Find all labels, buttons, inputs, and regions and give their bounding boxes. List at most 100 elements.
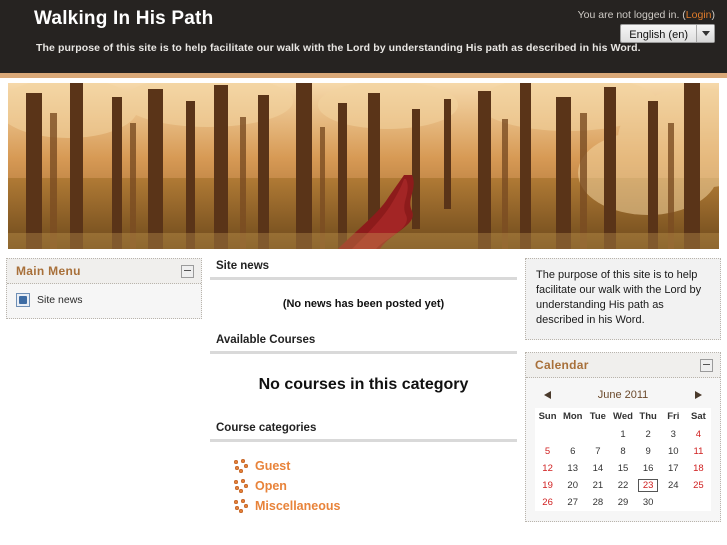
calendar-table: Sun Mon Tue Wed Thu Fri Sat 1 2 3 4 5 6 7 8 9 10 1… bbox=[535, 408, 711, 511]
calendar-day[interactable]: 15 bbox=[610, 460, 635, 477]
login-status-text: You are not logged in. ( bbox=[577, 9, 686, 21]
heading-course-categories: Course categories bbox=[210, 420, 517, 442]
language-select-value: English (en) bbox=[629, 29, 688, 41]
calendar-day[interactable]: 18 bbox=[686, 460, 711, 477]
login-status-close: ) bbox=[711, 9, 716, 21]
calendar-day[interactable]: 26 bbox=[535, 494, 560, 511]
block-calendar-title: Calendar bbox=[535, 358, 589, 372]
site-description-text: The purpose of this site is to help faci… bbox=[526, 259, 720, 339]
calendar-day[interactable]: 22 bbox=[610, 477, 635, 494]
calendar-day-empty bbox=[560, 426, 585, 443]
calendar-day[interactable]: 3 bbox=[661, 426, 686, 443]
category-link-guest[interactable]: Guest bbox=[255, 459, 290, 473]
list-item[interactable]: Miscellaneous bbox=[234, 496, 517, 516]
page-title: Walking In His Path bbox=[34, 8, 214, 29]
calendar-day[interactable]: 14 bbox=[585, 460, 610, 477]
list-item[interactable]: Open bbox=[234, 476, 517, 496]
block-site-description: The purpose of this site is to help faci… bbox=[525, 258, 721, 340]
calendar-day[interactable]: 6 bbox=[560, 443, 585, 460]
main-menu-list: Site news bbox=[16, 292, 192, 308]
category-link-miscellaneous[interactable]: Miscellaneous bbox=[255, 499, 340, 513]
sidebar-item-site-news[interactable]: Site news bbox=[37, 294, 83, 306]
calendar-navigation: June 2011 bbox=[535, 386, 711, 408]
calendar-day[interactable]: 29 bbox=[610, 494, 635, 511]
calendar-weekday: Sun bbox=[538, 411, 557, 422]
today-marker: 23 bbox=[637, 479, 659, 492]
calendar-day[interactable]: 11 bbox=[686, 443, 711, 460]
minimise-icon[interactable] bbox=[181, 264, 194, 278]
calendar-weekday: Thu bbox=[639, 411, 657, 422]
block-main-menu-header: Main Menu bbox=[7, 259, 201, 284]
calendar-day[interactable]: 1 bbox=[610, 426, 635, 443]
heading-site-news: Site news bbox=[210, 258, 517, 280]
calendar-day[interactable]: 9 bbox=[636, 443, 661, 460]
calendar-weekday: Tue bbox=[589, 411, 606, 422]
calendar-weekday: Mon bbox=[562, 411, 583, 422]
calendar-weekday: Sat bbox=[691, 411, 706, 422]
calendar-day-empty bbox=[686, 494, 711, 511]
calendar-day[interactable]: 28 bbox=[585, 494, 610, 511]
calendar-weekday-row: Sun Mon Tue Wed Thu Fri Sat bbox=[535, 408, 711, 426]
course-category-list: Guest Open Miscellaneous bbox=[210, 442, 517, 522]
calendar-day[interactable]: 2 bbox=[636, 426, 661, 443]
list-item[interactable]: Guest bbox=[234, 456, 517, 476]
calendar-day-today[interactable]: 23 bbox=[636, 477, 661, 494]
right-sidebar: The purpose of this site is to help faci… bbox=[525, 258, 721, 534]
calendar-day[interactable]: 8 bbox=[610, 443, 635, 460]
category-icon bbox=[234, 479, 248, 493]
banner-image bbox=[8, 83, 719, 249]
calendar-day[interactable]: 12 bbox=[535, 460, 560, 477]
calendar-day[interactable]: 10 bbox=[661, 443, 686, 460]
page-body: Main Menu Site news Site news (No news h… bbox=[0, 249, 727, 534]
site-news-empty-message: (No news has been posted yet) bbox=[282, 298, 445, 310]
category-icon bbox=[234, 459, 248, 473]
calendar-day[interactable]: 19 bbox=[535, 477, 560, 494]
next-month-icon[interactable] bbox=[695, 391, 702, 399]
calendar-week-row: 12 13 14 15 16 17 18 bbox=[535, 460, 711, 477]
previous-month-icon[interactable] bbox=[544, 391, 551, 399]
calendar-day-empty bbox=[585, 426, 610, 443]
calendar-day[interactable]: 27 bbox=[560, 494, 585, 511]
block-calendar: Calendar June 2011 Sun Mon Tue Wed Thu F… bbox=[525, 352, 721, 522]
login-link[interactable]: Login bbox=[686, 9, 712, 21]
login-info: You are not logged in. (Login) bbox=[578, 9, 715, 21]
calendar-body: 1 2 3 4 5 6 7 8 9 10 11 12 13 14 15 16 17 18 19 20 21 22 23 24 2… bbox=[535, 426, 711, 511]
block-calendar-body: June 2011 Sun Mon Tue Wed Thu Fri Sat 1 … bbox=[526, 378, 720, 521]
calendar-week-row: 1234 bbox=[535, 426, 711, 443]
calendar-day[interactable]: 24 bbox=[661, 477, 686, 494]
calendar-month-label: June 2011 bbox=[597, 389, 649, 401]
block-main-menu: Main Menu Site news bbox=[6, 258, 202, 319]
block-main-menu-title: Main Menu bbox=[16, 264, 81, 278]
category-link-open[interactable]: Open bbox=[255, 479, 287, 493]
calendar-day[interactable]: 5 bbox=[535, 443, 560, 460]
calendar-day-empty bbox=[661, 494, 686, 511]
calendar-day[interactable]: 7 bbox=[585, 443, 610, 460]
calendar-day[interactable]: 25 bbox=[686, 477, 711, 494]
site-tagline: The purpose of this site is to help faci… bbox=[36, 42, 641, 54]
heading-available-courses: Available Courses bbox=[210, 332, 517, 354]
banner-container bbox=[0, 78, 727, 249]
calendar-day[interactable]: 17 bbox=[661, 460, 686, 477]
calendar-day-empty bbox=[535, 426, 560, 443]
minimise-icon[interactable] bbox=[700, 358, 713, 372]
calendar-day[interactable]: 13 bbox=[560, 460, 585, 477]
calendar-day[interactable]: 16 bbox=[636, 460, 661, 477]
category-icon bbox=[234, 499, 248, 513]
list-item[interactable]: Site news bbox=[16, 292, 192, 308]
block-calendar-header: Calendar bbox=[526, 353, 720, 378]
calendar-weekday: Fri bbox=[667, 411, 680, 422]
calendar-week-row: 5 6 7 8 9 10 11 bbox=[535, 443, 711, 460]
calendar-day[interactable]: 4 bbox=[686, 426, 711, 443]
calendar-day[interactable]: 20 bbox=[560, 477, 585, 494]
chevron-down-icon bbox=[696, 25, 714, 42]
main-content: Site news (No news has been posted yet) … bbox=[202, 258, 525, 522]
left-sidebar: Main Menu Site news bbox=[6, 258, 202, 331]
no-courses-message: No courses in this category bbox=[258, 376, 469, 393]
calendar-day[interactable]: 30 bbox=[636, 494, 661, 511]
block-main-menu-body: Site news bbox=[7, 284, 201, 318]
forum-icon bbox=[16, 293, 30, 307]
language-select[interactable]: English (en) bbox=[620, 24, 715, 43]
calendar-week-row: 26 27 28 29 30 bbox=[535, 494, 711, 511]
calendar-day[interactable]: 21 bbox=[585, 477, 610, 494]
calendar-week-row: 19 20 21 22 23 24 25 bbox=[535, 477, 711, 494]
